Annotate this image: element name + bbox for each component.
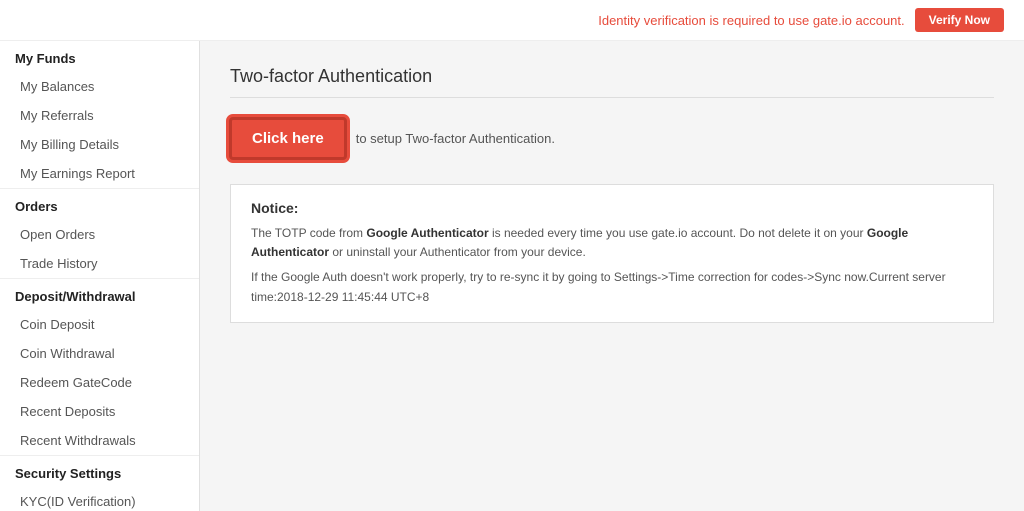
main-layout: My Funds My Balances My Referrals My Billin…: [0, 41, 1024, 511]
sidebar-item[interactable]: Open Orders: [0, 220, 199, 249]
sidebar-item[interactable]: My Balances: [0, 72, 199, 101]
sidebar-item-label: My Referrals: [20, 108, 94, 123]
sidebar-item[interactable]: My Referrals: [0, 101, 199, 130]
sidebar-item-label: My Balances: [20, 79, 94, 94]
sidebar-item[interactable]: Recent Deposits: [0, 397, 199, 426]
main-content: Two-factor Authentication Click here to …: [200, 41, 1024, 511]
sidebar-item[interactable]: Coin Deposit: [0, 310, 199, 339]
verify-now-button[interactable]: Verify Now: [915, 8, 1004, 32]
sidebar-item-label: Redeem GateCode: [20, 375, 132, 390]
sidebar-item[interactable]: Trade History: [0, 249, 199, 278]
click-here-section: Click here to setup Two-factor Authentic…: [230, 118, 994, 159]
sidebar-item[interactable]: My Earnings Report: [0, 159, 199, 188]
sidebar-item-label: Trade History: [20, 256, 98, 271]
sidebar-item[interactable]: My Billing Details: [0, 130, 199, 159]
alert-bar: Identity verification is required to use…: [0, 0, 1024, 41]
sidebar-item-label: Coin Withdrawal: [20, 346, 115, 361]
sidebar-item-label: My Earnings Report: [20, 166, 135, 181]
sidebar-item-label: My Billing Details: [20, 137, 119, 152]
notice-title: Notice:: [251, 200, 973, 216]
click-here-description: to setup Two-factor Authentication.: [356, 131, 555, 146]
notice-text-2: If the Google Auth doesn't work properly…: [251, 268, 973, 306]
sidebar-item[interactable]: Redeem GateCode: [0, 368, 199, 397]
sidebar-section-title: Security Settings: [0, 455, 199, 487]
click-here-button[interactable]: Click here: [230, 118, 346, 159]
sidebar-section-title: Orders: [0, 188, 199, 220]
sidebar-section-title: Deposit/Withdrawal: [0, 278, 199, 310]
sidebar-item-label: KYC(ID Verification): [20, 494, 136, 509]
sidebar: My Funds My Balances My Referrals My Billin…: [0, 41, 200, 511]
sidebar-item-label: Coin Deposit: [20, 317, 94, 332]
sidebar-section-title: My Funds: [0, 41, 199, 72]
sidebar-item-label: Open Orders: [20, 227, 95, 242]
sidebar-item[interactable]: Recent Withdrawals: [0, 426, 199, 455]
sidebar-item[interactable]: Coin Withdrawal: [0, 339, 199, 368]
sidebar-item-label: Recent Withdrawals: [20, 433, 136, 448]
alert-message: Identity verification is required to use…: [598, 13, 904, 28]
notice-text-1: The TOTP code from Google Authenticator …: [251, 224, 973, 262]
sidebar-item[interactable]: KYC(ID Verification): [0, 487, 199, 511]
notice-box: Notice: The TOTP code from Google Authen…: [230, 184, 994, 323]
page-title: Two-factor Authentication: [230, 66, 994, 98]
sidebar-item-label: Recent Deposits: [20, 404, 115, 419]
